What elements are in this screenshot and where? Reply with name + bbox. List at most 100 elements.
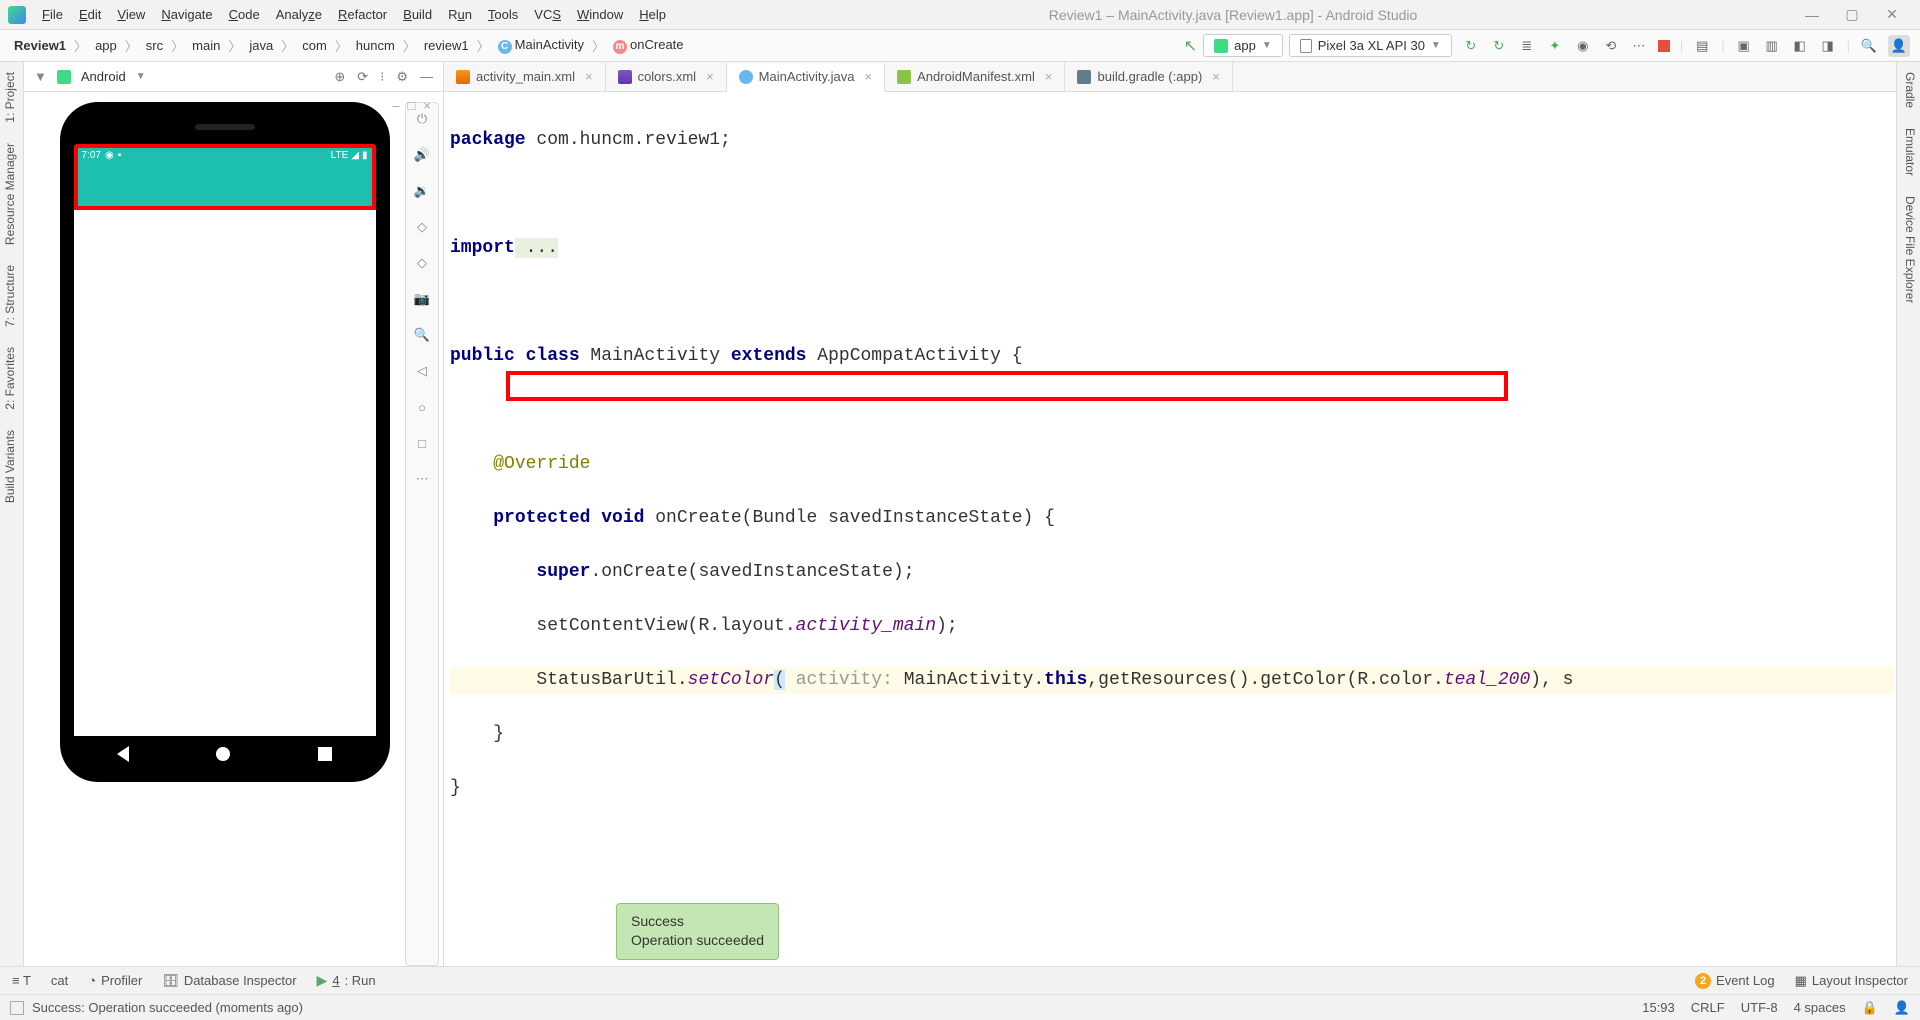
tab-build-gradle[interactable]: build.gradle (:app)×	[1065, 62, 1232, 91]
gear-icon[interactable]: ⚙	[396, 69, 408, 85]
menu-code[interactable]: Code	[221, 3, 268, 26]
overview-icon[interactable]: □	[412, 433, 432, 453]
tab-activity-main[interactable]: activity_main.xml×	[444, 62, 606, 91]
crumb-src[interactable]: src	[142, 36, 167, 55]
collapse-icon[interactable]: —	[420, 69, 433, 85]
profile-icon[interactable]: ◉	[1574, 37, 1592, 55]
tab-mainactivity[interactable]: MainActivity.java×	[727, 63, 885, 92]
status-indent[interactable]: 4 spaces	[1794, 1000, 1846, 1015]
tool-logcat[interactable]: cat	[51, 973, 68, 988]
tool-database-inspector[interactable]: 🗄Database Inspector	[162, 973, 296, 989]
screenshot-icon[interactable]: 📷	[412, 289, 432, 309]
status-inspection-icon[interactable]: 👤	[1894, 1000, 1910, 1016]
emu-float[interactable]: □	[408, 98, 416, 113]
sync-icon[interactable]: ▤	[1693, 37, 1711, 55]
code-editor[interactable]: package com.huncm.review1; import ... pu…	[444, 92, 1896, 966]
menu-vcs[interactable]: VCS	[526, 3, 569, 26]
menu-view[interactable]: View	[109, 3, 153, 26]
emu-minimize[interactable]: –	[392, 98, 399, 113]
tool-resource-manager[interactable]: Resource Manager	[0, 133, 23, 255]
emulator-screen[interactable]: 7:07 ◉ ▪ LTE ◢ ▮	[74, 144, 376, 756]
filter-icon[interactable]: ⁝	[380, 69, 384, 85]
home-icon[interactable]: ○	[412, 397, 432, 417]
rotate-right-icon[interactable]: ◇	[412, 253, 432, 273]
search-icon[interactable]: 🔍	[1860, 37, 1878, 55]
nav-home-icon[interactable]	[216, 747, 230, 761]
maximize-button[interactable]: ▢	[1832, 6, 1872, 23]
tab-colors[interactable]: colors.xml×	[606, 62, 727, 91]
crumb-review1[interactable]: review1	[420, 36, 473, 55]
emulator-device-frame: 7:07 ◉ ▪ LTE ◢ ▮	[60, 102, 390, 782]
menu-file[interactable]: File	[34, 3, 71, 26]
crumb-app[interactable]: app	[91, 36, 121, 55]
status-window-icon[interactable]	[10, 1001, 24, 1015]
user-avatar[interactable]: 👤	[1888, 35, 1910, 57]
debug-icon[interactable]: ≣	[1518, 37, 1536, 55]
target-icon[interactable]: ⊕	[334, 69, 345, 85]
status-line-sep[interactable]: CRLF	[1691, 1000, 1725, 1015]
debug-attach-icon[interactable]: ⋯	[1630, 37, 1648, 55]
crumb-com[interactable]: com	[298, 36, 331, 55]
status-bar: Success: Operation succeeded (moments ag…	[0, 994, 1920, 1020]
menu-analyze[interactable]: Analyze	[268, 3, 330, 26]
close-icon[interactable]: ×	[585, 69, 593, 84]
attach-icon[interactable]: ⟲	[1602, 37, 1620, 55]
menu-help[interactable]: Help	[631, 3, 674, 26]
back-icon[interactable]: ◁	[412, 361, 432, 381]
close-icon[interactable]: ×	[1045, 69, 1053, 84]
refresh-icon[interactable]: ⟳	[357, 69, 368, 85]
crumb-project[interactable]: Review1	[10, 36, 70, 55]
sdk-icon[interactable]: ▥	[1763, 37, 1781, 55]
volume-down-icon[interactable]: 🔉	[412, 181, 432, 201]
tool-profiler[interactable]: ◔Profiler	[88, 973, 142, 988]
tool-layout-inspector[interactable]: ▦Layout Inspector	[1795, 973, 1908, 989]
crumb-method[interactable]: monCreate	[609, 35, 687, 56]
tool-emulator[interactable]: Emulator	[1897, 118, 1920, 186]
more-icon[interactable]: ⋯	[412, 469, 432, 489]
minimize-button[interactable]: —	[1792, 7, 1832, 23]
emu-close[interactable]: ×	[423, 98, 431, 113]
zoom-icon[interactable]: 🔍	[412, 325, 432, 345]
run-icon[interactable]: ↻	[1462, 37, 1480, 55]
unknown-icon[interactable]: ◨	[1819, 37, 1837, 55]
run-config-selector[interactable]: app ▼	[1203, 34, 1283, 57]
nav-recents-icon[interactable]	[318, 747, 332, 761]
avd-icon[interactable]: ▣	[1735, 37, 1753, 55]
close-icon[interactable]: ×	[865, 69, 873, 84]
tool-gradle[interactable]: Gradle	[1897, 62, 1920, 118]
menu-refactor[interactable]: Refactor	[330, 3, 395, 26]
status-encoding[interactable]: UTF-8	[1741, 1000, 1778, 1015]
tab-manifest[interactable]: AndroidManifest.xml×	[885, 62, 1065, 91]
crumb-main[interactable]: main	[188, 36, 224, 55]
tool-device-file-explorer[interactable]: Device File Explorer	[1897, 186, 1920, 313]
device-selector[interactable]: Pixel 3a XL API 30 ▼	[1289, 34, 1452, 57]
build-icon[interactable]: ↖	[1184, 36, 1197, 56]
coverage-icon[interactable]: ✦	[1546, 37, 1564, 55]
close-button[interactable]: ✕	[1872, 6, 1912, 23]
stop-icon[interactable]	[1658, 40, 1670, 52]
tool-event-log[interactable]: 2Event Log	[1695, 973, 1775, 989]
menu-navigate[interactable]: Navigate	[153, 3, 220, 26]
crumb-class[interactable]: CMainActivity	[494, 35, 588, 56]
menu-edit[interactable]: Edit	[71, 3, 109, 26]
menu-window[interactable]: Window	[569, 3, 631, 26]
crumb-java[interactable]: java	[245, 36, 277, 55]
menu-run[interactable]: Run	[440, 3, 480, 26]
tool-run[interactable]: ▶4: Run	[317, 972, 376, 989]
tool-build-variants[interactable]: Build Variants	[0, 420, 23, 513]
menu-build[interactable]: Build	[395, 3, 440, 26]
rm-icon[interactable]: ◧	[1791, 37, 1809, 55]
close-icon[interactable]: ×	[706, 69, 714, 84]
apply-changes-icon[interactable]: ↻	[1490, 37, 1508, 55]
tool-structure[interactable]: 7: Structure	[0, 255, 23, 337]
menu-tools[interactable]: Tools	[480, 3, 526, 26]
volume-up-icon[interactable]: 🔊	[412, 145, 432, 165]
tool-favorites[interactable]: 2: Favorites	[0, 337, 23, 420]
rotate-left-icon[interactable]: ◇	[412, 217, 432, 237]
tool-project[interactable]: 1: Project	[0, 62, 23, 133]
crumb-huncm[interactable]: huncm	[352, 36, 399, 55]
tool-todo[interactable]: ≡ T	[12, 973, 31, 988]
close-icon[interactable]: ×	[1212, 69, 1220, 84]
status-lock-icon[interactable]: 🔒	[1862, 1000, 1878, 1016]
nav-back-icon[interactable]	[117, 746, 129, 762]
